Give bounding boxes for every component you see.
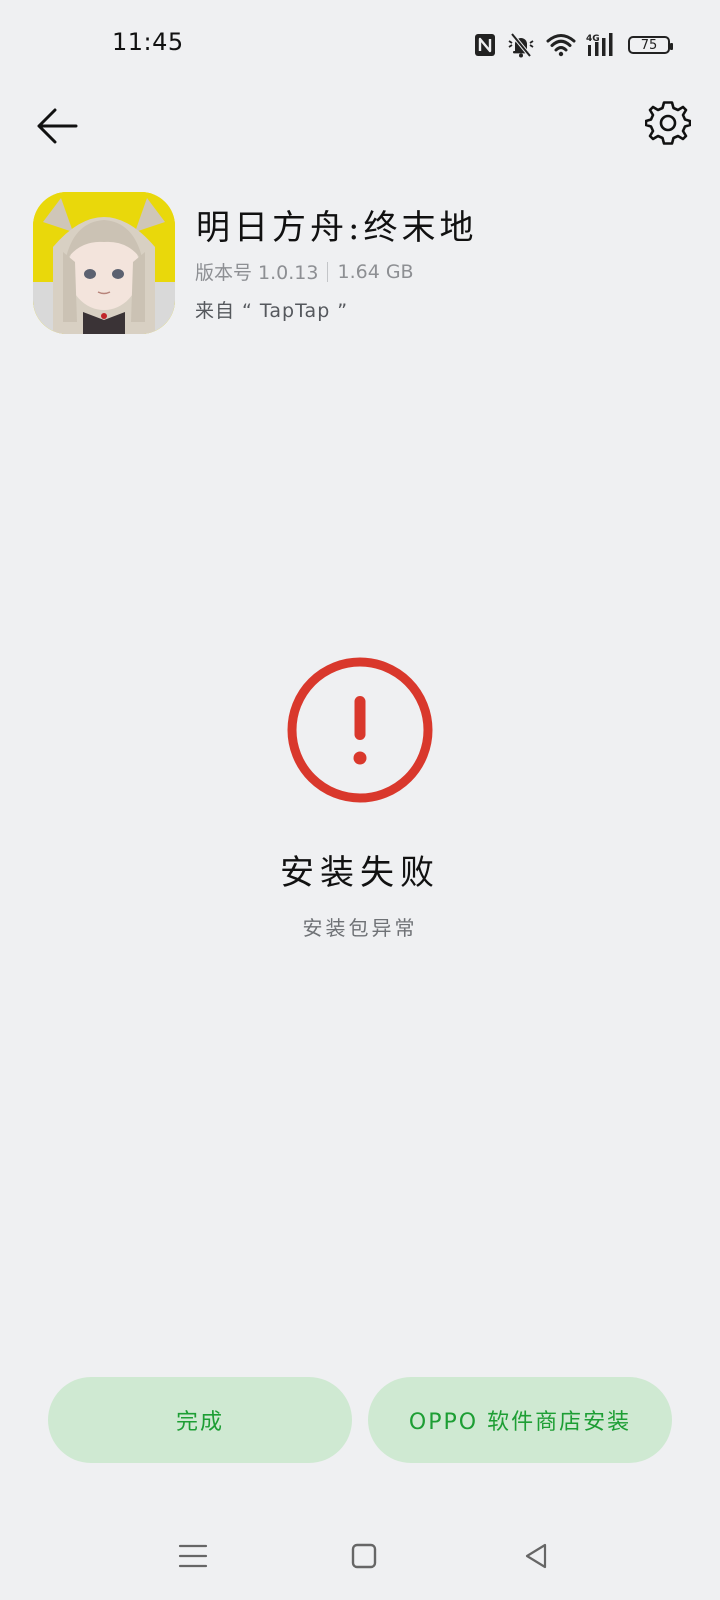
signal-4g-icon: 4G (586, 32, 618, 58)
battery-level: 75 (640, 37, 658, 53)
store-install-button[interactable]: OPPO 软件商店安装 (368, 1377, 672, 1463)
nav-menu-button[interactable] (171, 1534, 215, 1578)
bell-muted-icon (506, 32, 536, 58)
done-button[interactable]: 完成 (48, 1377, 352, 1463)
status-icons: 4G 75 (474, 30, 673, 60)
exclamation-circle-icon (286, 656, 434, 804)
app-icon (33, 192, 175, 334)
back-triangle-icon (525, 1543, 547, 1569)
navigation-bar (0, 1520, 720, 1590)
app-name: 明日方舟:终末地 (196, 208, 478, 248)
settings-button[interactable] (642, 97, 694, 149)
meta-divider (327, 261, 329, 282)
nav-home-button[interactable] (342, 1534, 386, 1578)
install-result-title: 安装失败 (280, 853, 440, 893)
arrow-left-icon (37, 108, 78, 144)
nfc-icon (474, 33, 496, 57)
battery-icon: 75 (628, 36, 673, 54)
app-version: 版本号 1.0.13 (195, 262, 319, 284)
app-source: 来自 “ TapTap ” (195, 300, 349, 322)
install-result-subtitle: 安装包异常 (302, 916, 418, 940)
app-size: 1.64 GB (337, 260, 414, 283)
home-icon (351, 1543, 377, 1569)
wifi-icon (546, 33, 576, 57)
menu-icon (178, 1544, 208, 1568)
back-button[interactable] (30, 100, 82, 152)
status-bar: 11:45 4G 75 (0, 0, 720, 90)
gear-icon (645, 101, 691, 145)
app-meta: 版本号 1.0.13 1.64 GB (195, 258, 414, 285)
nav-back-button[interactable] (514, 1534, 558, 1578)
status-time: 11:45 (112, 28, 184, 56)
